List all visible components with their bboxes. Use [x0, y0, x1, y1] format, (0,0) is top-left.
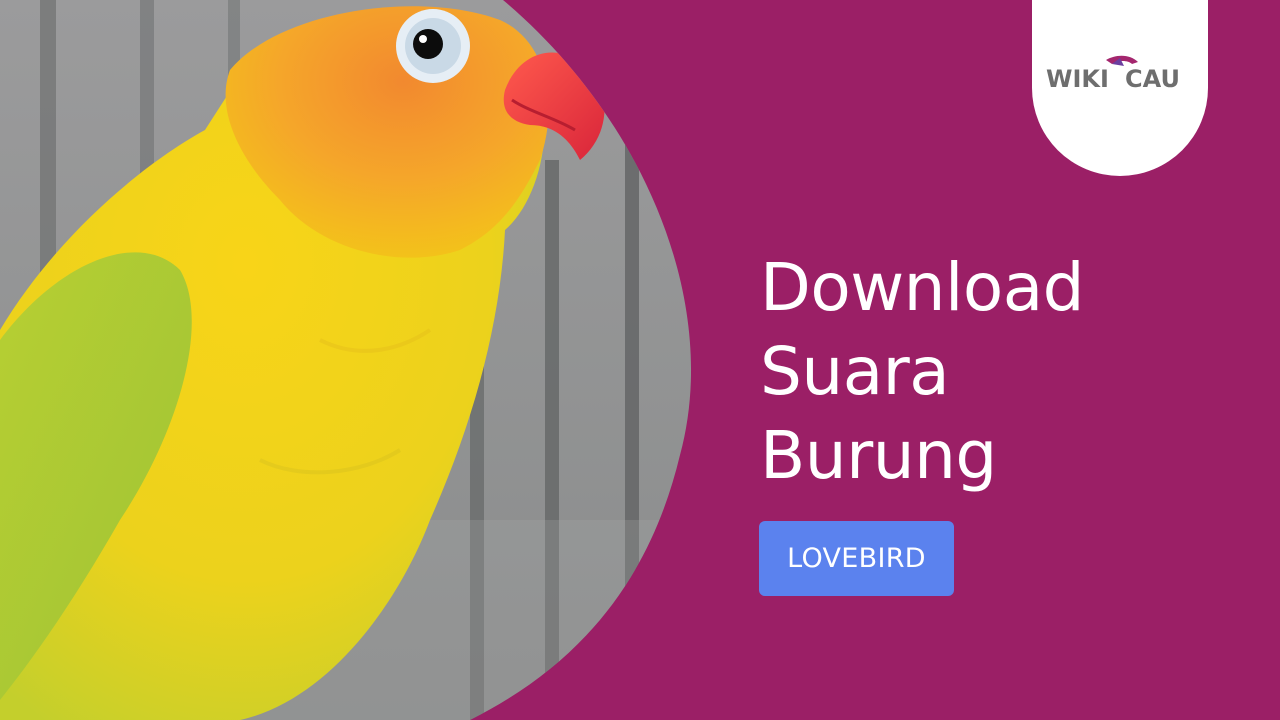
wikicau-logo[interactable]: WIKI CAU	[1046, 54, 1196, 94]
thumbnail-canvas: WIKI CAU Download Suara Burung LOVEBIRD	[0, 0, 1280, 720]
title-line-3: Burung	[760, 417, 997, 494]
logo-text-wiki: WIKI	[1046, 65, 1109, 93]
page-title: Download Suara Burung	[760, 246, 1085, 498]
title-line-1: Download	[760, 249, 1085, 326]
logo-text-cau: CAU	[1125, 65, 1180, 93]
category-tag-button[interactable]: LOVEBIRD	[759, 521, 954, 596]
title-line-2: Suara	[760, 333, 950, 410]
